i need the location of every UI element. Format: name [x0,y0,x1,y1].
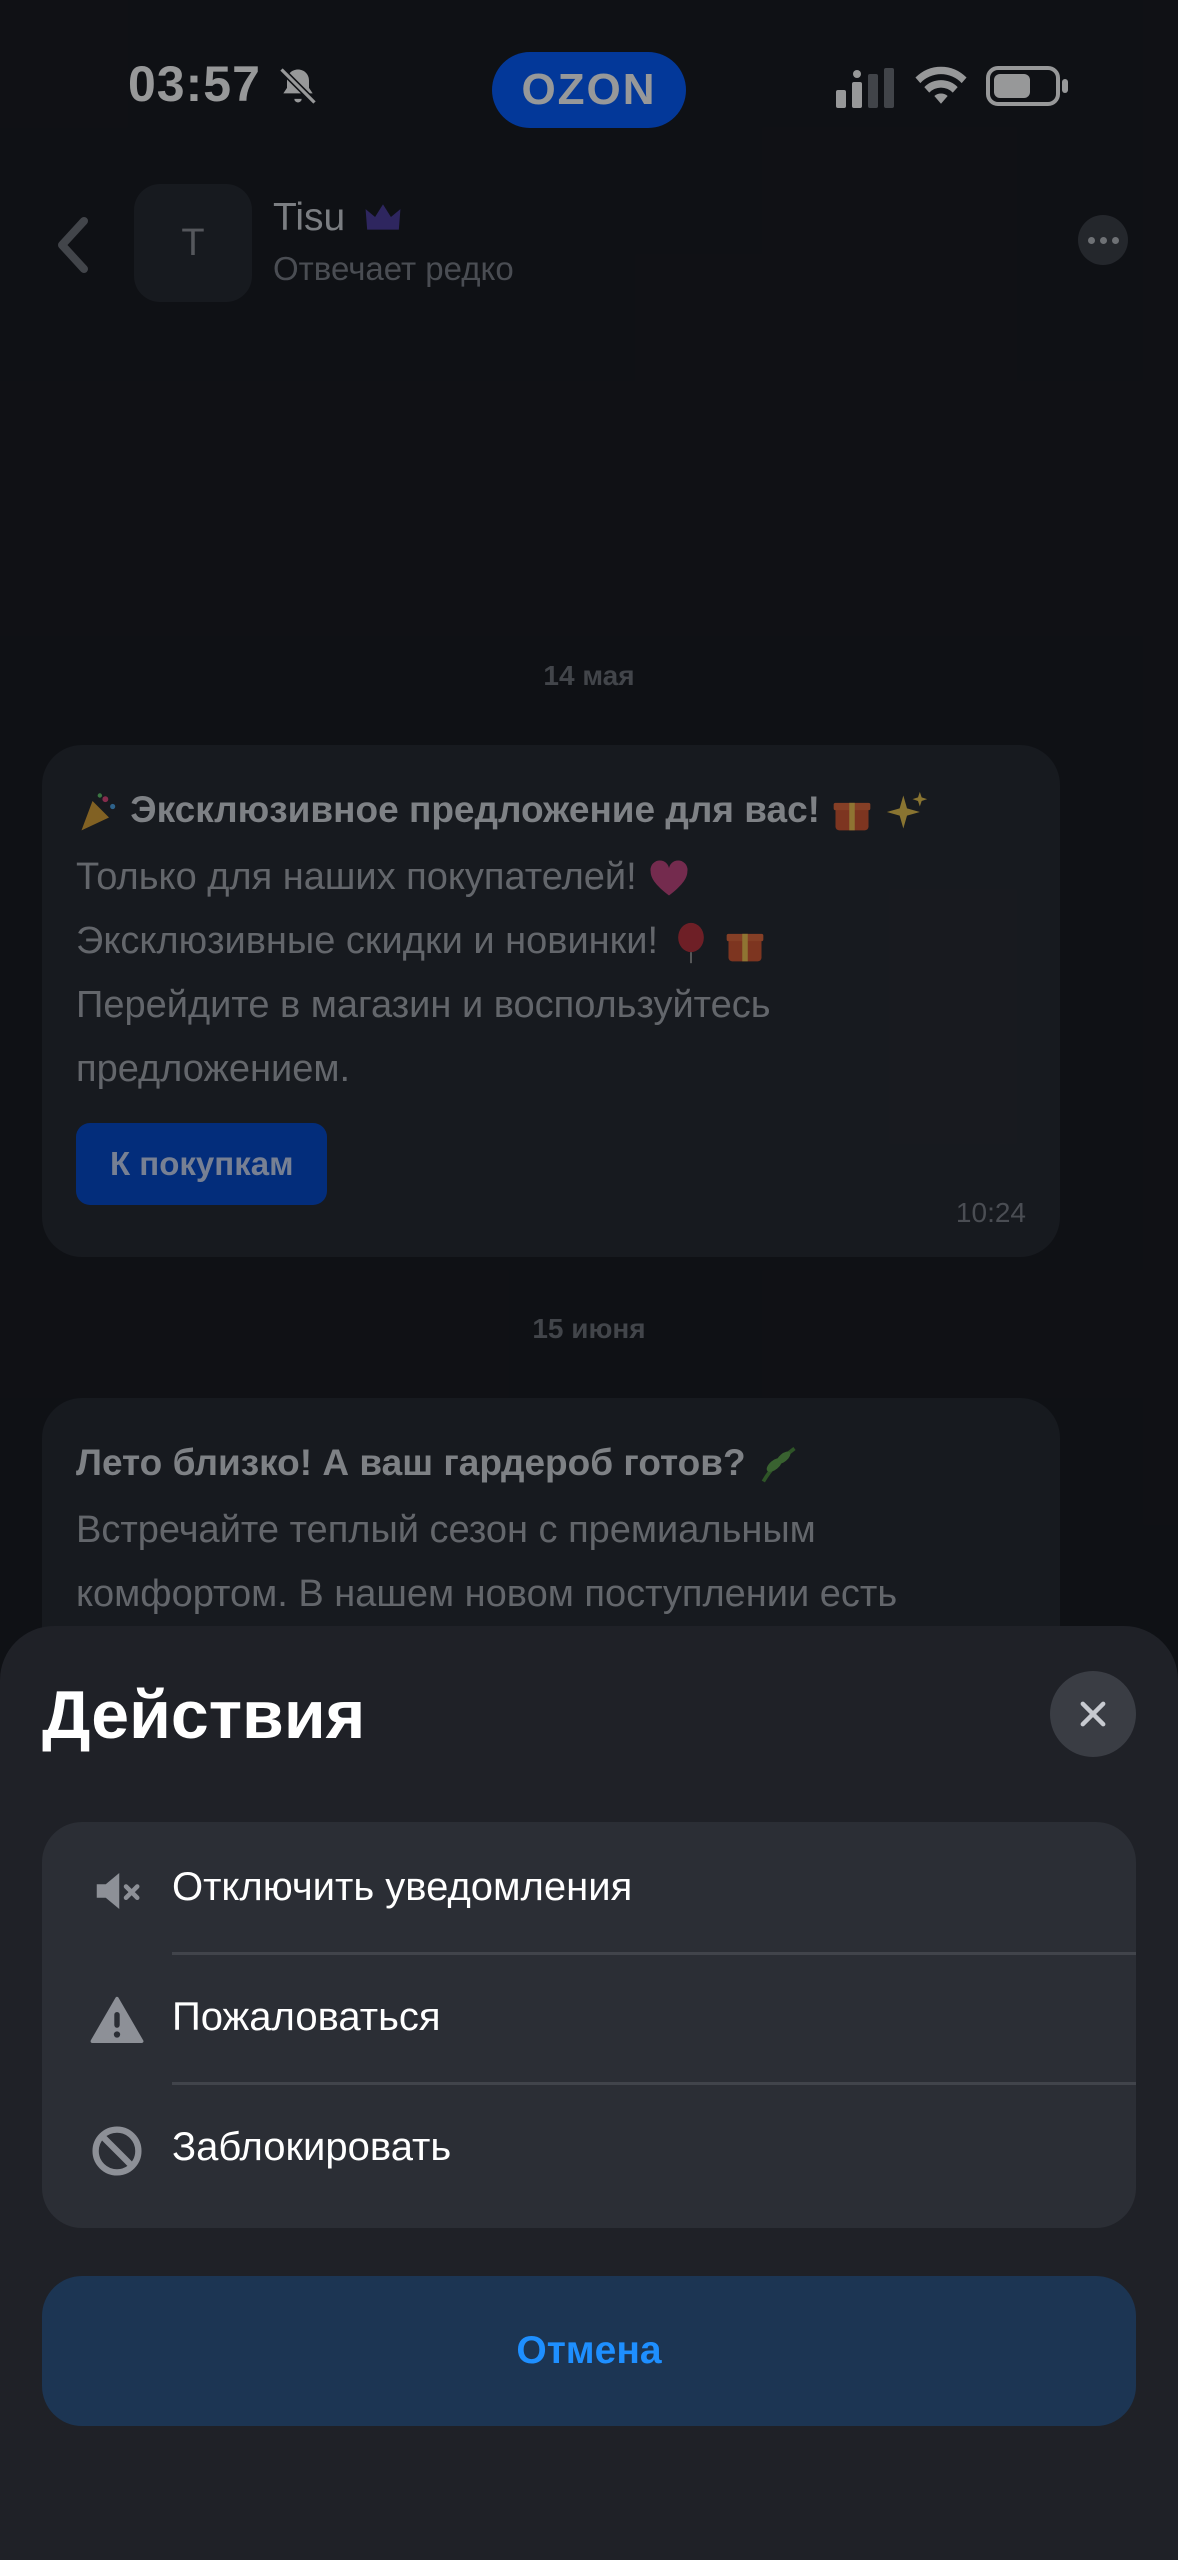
close-icon [1080,1701,1106,1727]
action-label: Пожаловаться [172,1995,441,2039]
close-button[interactable] [1050,1671,1136,1757]
actions-sheet: Действия Отключить уведомления Пожаловат… [0,1626,1178,2560]
mute-icon [96,1873,140,1909]
report-item[interactable]: Пожаловаться [42,1952,1136,2082]
action-label: Отключить уведомления [172,1865,633,1909]
actions-list: Отключить уведомления Пожаловаться Забло… [42,1822,1136,2228]
cancel-button[interactable]: Отмена [42,2276,1136,2426]
action-label: Заблокировать [172,2125,452,2169]
warning-icon [90,1996,144,2043]
mute-notifications-item[interactable]: Отключить уведомления [42,1822,1136,1952]
block-icon [92,2126,142,2176]
block-item[interactable]: Заблокировать [42,2082,1136,2212]
sheet-title: Действия [42,1677,366,1753]
